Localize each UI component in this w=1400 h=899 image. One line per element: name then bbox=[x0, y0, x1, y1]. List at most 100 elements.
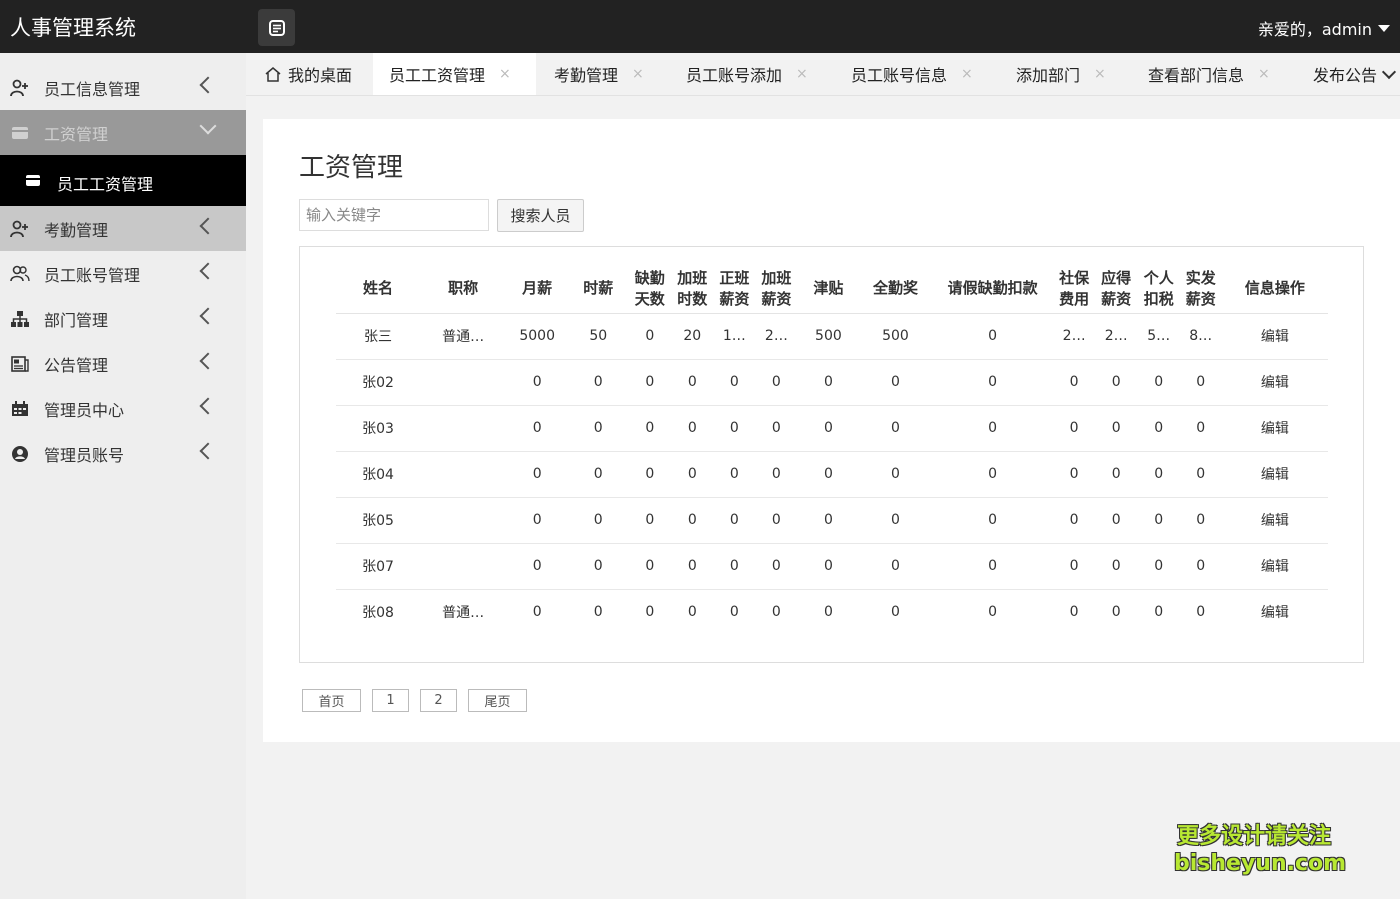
table-cell: 20 bbox=[671, 313, 714, 360]
close-icon[interactable]: × bbox=[1258, 66, 1270, 82]
sidebar-item-salary[interactable]: 工资管理 bbox=[0, 110, 246, 155]
close-icon[interactable]: × bbox=[632, 66, 644, 82]
sidebar-item-label: 工资管理 bbox=[44, 124, 109, 144]
job-title-link[interactable] bbox=[420, 359, 507, 406]
column-header-text: 加班 bbox=[677, 268, 708, 287]
absence-days-link[interactable]: 0 bbox=[628, 405, 672, 452]
column-header: 请假缺勤扣款 bbox=[931, 265, 1054, 314]
edit-link[interactable]: 编辑 bbox=[1221, 543, 1328, 590]
sidebar-item-label: 考勤管理 bbox=[44, 220, 109, 240]
search-input[interactable] bbox=[299, 199, 489, 231]
table-row: 张08 普通… 0 0 0 0 0 0 0 0 0 0 0 0 0 编辑 bbox=[336, 589, 1328, 635]
column-header: 个人 扣税 bbox=[1137, 265, 1180, 314]
table-cell: 0 bbox=[1053, 543, 1095, 590]
table-cell: 张08 bbox=[362, 605, 394, 622]
tab-add-department[interactable]: 添加部门 × bbox=[999, 53, 1132, 95]
sidebar-item-admin-center[interactable]: 管理员中心 bbox=[0, 386, 246, 431]
sidebar-item-attendance[interactable]: 考勤管理 bbox=[0, 206, 246, 251]
table-cell: 0 bbox=[506, 451, 569, 498]
absence-days-link[interactable]: 0 bbox=[628, 313, 672, 360]
table-cell: 0 bbox=[755, 359, 798, 406]
search-button[interactable]: 搜索人员 bbox=[497, 199, 584, 232]
sidebar-item-announcements[interactable]: 公告管理 bbox=[0, 341, 246, 386]
edit-link[interactable]: 编辑 bbox=[1221, 451, 1328, 498]
sidebar-item-label: 员工账号管理 bbox=[44, 265, 141, 285]
tab-label: 员工账号信息 bbox=[851, 66, 948, 85]
close-icon[interactable]: × bbox=[1094, 66, 1106, 82]
column-header-text: 正班 bbox=[719, 268, 750, 287]
column-header-text: 薪资 bbox=[719, 289, 750, 308]
job-title-link[interactable]: 普通… bbox=[420, 589, 506, 635]
table-cell: 0 bbox=[506, 497, 569, 544]
table-cell: 0 bbox=[1137, 359, 1180, 406]
edit-link[interactable]: 编辑 bbox=[1221, 497, 1328, 544]
table-cell: 0 bbox=[506, 543, 569, 590]
table-cell: 0 bbox=[568, 405, 629, 452]
newspaper-icon bbox=[10, 354, 30, 374]
tab-scroll-button[interactable] bbox=[1380, 53, 1400, 95]
column-header: 时薪 bbox=[568, 265, 629, 314]
table-cell: 0 bbox=[1094, 405, 1138, 452]
absence-days-link[interactable]: 0 bbox=[628, 359, 672, 406]
tab-department-info[interactable]: 查看部门信息 × bbox=[1132, 53, 1297, 95]
table-cell: 0 bbox=[859, 543, 932, 590]
absence-days-link[interactable]: 0 bbox=[628, 497, 672, 544]
job-title-link[interactable] bbox=[420, 497, 507, 544]
chevron-left-icon bbox=[199, 352, 217, 370]
absence-days-link[interactable]: 0 bbox=[628, 543, 672, 590]
job-title-link[interactable] bbox=[420, 451, 507, 498]
tab-add-account[interactable]: 员工账号添加 × bbox=[669, 53, 834, 95]
close-icon[interactable]: × bbox=[499, 66, 511, 82]
first-page-button[interactable]: 首页 bbox=[302, 689, 361, 712]
column-header: 应得 薪资 bbox=[1094, 265, 1138, 314]
sidebar-item-departments[interactable]: 部门管理 bbox=[0, 296, 246, 341]
table-cell: 0 bbox=[1179, 405, 1222, 452]
sidebar-subitem-employee-salary[interactable]: 员工工资管理 bbox=[0, 155, 246, 206]
sidebar-item-label: 管理员中心 bbox=[44, 400, 125, 420]
edit-link[interactable]: 编辑 bbox=[1221, 313, 1328, 360]
sidebar-item-employee-accounts[interactable]: 员工账号管理 bbox=[0, 251, 246, 296]
job-title-link[interactable] bbox=[420, 543, 507, 590]
menu-toggle-button[interactable] bbox=[258, 9, 295, 46]
close-icon[interactable]: × bbox=[796, 66, 808, 82]
sidebar-item-employee-info[interactable]: 员工信息管理 bbox=[0, 65, 246, 110]
table-cell: 0 bbox=[797, 497, 860, 544]
edit-link[interactable]: 编辑 bbox=[1222, 589, 1328, 635]
absence-days-link[interactable]: 0 bbox=[628, 451, 672, 498]
edit-link[interactable]: 编辑 bbox=[1221, 359, 1328, 406]
column-header: 实发 薪资 bbox=[1179, 265, 1222, 314]
column-header-text: 缺勤 bbox=[634, 268, 665, 287]
user-menu[interactable]: 亲爱的，admin bbox=[1258, 16, 1390, 40]
last-page-button[interactable]: 尾页 bbox=[468, 689, 527, 712]
chevron-left-icon bbox=[199, 442, 217, 460]
table-cell: 0 bbox=[988, 604, 998, 621]
absence-days-link[interactable]: 0 bbox=[628, 589, 671, 635]
table-cell: 0 bbox=[1137, 405, 1180, 452]
table-header-row: 姓名 职称 月薪 时薪 缺勤 天数 加班 时数 正班 薪资 加班 薪资 津贴 全勤奖 请假缺勤扣款 社保 费用应… bbox=[336, 265, 1328, 314]
table-cell: 0 bbox=[1053, 451, 1095, 498]
tab-home[interactable]: 我的桌面 bbox=[246, 53, 373, 95]
table-cell: 0 bbox=[1053, 359, 1095, 406]
tab-label: 我的桌面 bbox=[288, 66, 353, 85]
tab-account-info[interactable]: 员工账号信息 × bbox=[834, 53, 999, 95]
list-icon bbox=[268, 19, 285, 36]
close-icon[interactable]: × bbox=[961, 66, 973, 82]
chevron-left-icon bbox=[199, 262, 217, 280]
column-header: 津贴 bbox=[797, 265, 860, 314]
page-title: 工资管理 bbox=[299, 153, 404, 183]
table-cell: 0 bbox=[532, 604, 542, 621]
user-circle-icon bbox=[10, 444, 30, 464]
sidebar-item-admin-account[interactable]: 管理员账号 bbox=[0, 431, 246, 476]
job-title-link[interactable] bbox=[420, 405, 507, 452]
sidebar-item-label: 部门管理 bbox=[44, 310, 109, 330]
tab-employee-salary[interactable]: 员工工资管理 × bbox=[373, 53, 536, 95]
job-title-link[interactable]: 普通… bbox=[420, 313, 507, 360]
table-cell: 8… bbox=[1179, 313, 1222, 360]
tab-attendance[interactable]: 考勤管理 × bbox=[536, 53, 669, 95]
page-2-button[interactable]: 2 bbox=[420, 689, 457, 712]
column-header-text: 津贴 bbox=[813, 279, 844, 298]
tab-publish-announcement[interactable]: 发布公告 bbox=[1297, 53, 1387, 95]
edit-link[interactable]: 编辑 bbox=[1221, 405, 1328, 452]
column-header-text: 月薪 bbox=[522, 279, 553, 298]
page-1-button[interactable]: 1 bbox=[372, 689, 409, 712]
